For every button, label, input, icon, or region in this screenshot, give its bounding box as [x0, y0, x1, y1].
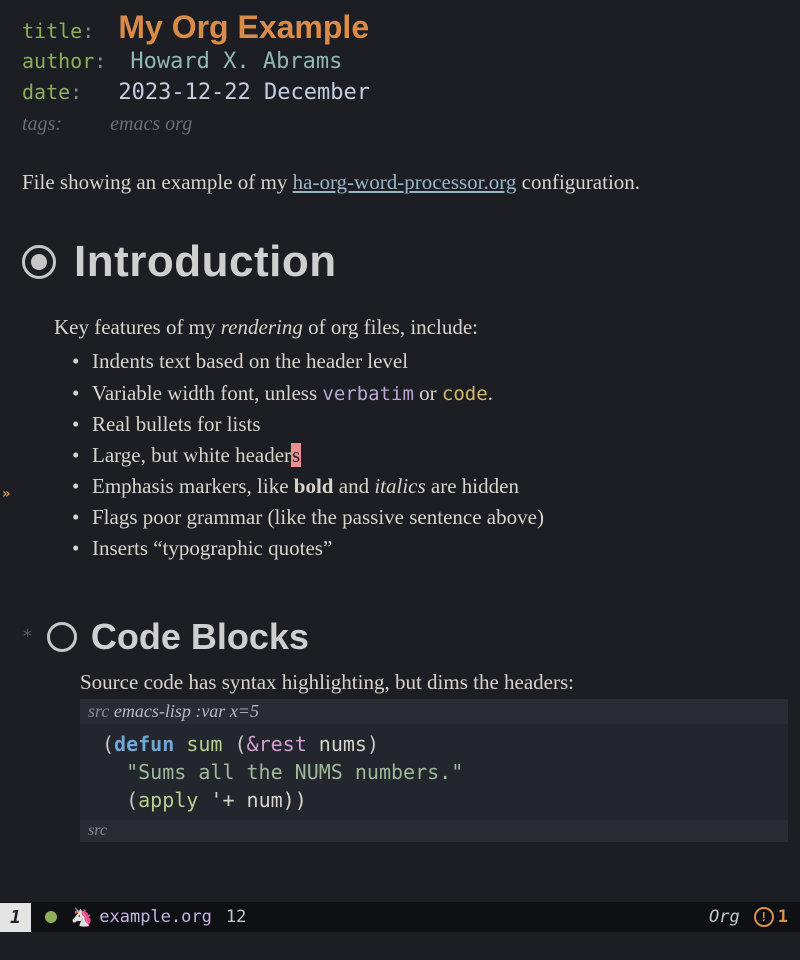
section-2-body[interactable]: Source code has syntax highlighting, but… — [80, 670, 788, 842]
heading-1-text: Introduction — [74, 237, 337, 287]
fringe-indicator-icon: » — [2, 486, 10, 502]
list-item[interactable]: Large, but white headers — [72, 440, 788, 471]
heading-1[interactable]: Introduction — [22, 237, 788, 287]
author-keyword: author — [22, 49, 94, 73]
config-link[interactable]: ha-org-word-processor.org — [293, 170, 517, 194]
tags-keyword: tags: — [22, 113, 62, 135]
heading-2-text: Code Blocks — [91, 616, 309, 658]
list-item[interactable]: Inserts “typographic quotes” — [72, 533, 788, 564]
unicorn-icon: 🦄 — [71, 907, 93, 928]
meta-date-line[interactable]: date: 2023-12-22 December — [22, 77, 788, 108]
date-keyword: date — [22, 80, 70, 104]
modeline[interactable]: 1 🦄 example.org 12 Org ! 1 — [0, 902, 800, 932]
warning-icon: ! — [754, 907, 774, 927]
author-value: Howard X. Abrams — [130, 49, 342, 74]
gutter: » — [0, 0, 18, 905]
tags-value: emacs org — [110, 113, 192, 135]
meta-title-line[interactable]: title: My Org Example — [22, 12, 788, 46]
heading-bullet-open-icon — [47, 622, 77, 652]
src-block-header[interactable]: src emacs-lisp :var x=5 — [80, 699, 788, 724]
window-number[interactable]: 1 — [0, 903, 31, 932]
editor-window: » title: My Org Example author: Howard X… — [0, 0, 800, 960]
list-item[interactable]: Flags poor grammar (like the passive sen… — [72, 502, 788, 533]
list-item[interactable]: Indents text based on the header level — [72, 346, 788, 377]
features-lead: Key features of my rendering of org file… — [54, 315, 788, 340]
list-item[interactable]: Real bullets for lists — [72, 409, 788, 440]
date-value: 2023-12-22 December — [118, 80, 370, 105]
major-mode[interactable]: Org — [709, 907, 740, 927]
heading-2[interactable]: * Code Blocks — [22, 616, 788, 658]
heading-star-icon: * — [22, 626, 33, 647]
heading-bullet-icon — [22, 245, 56, 279]
buffer-area[interactable]: title: My Org Example author: Howard X. … — [22, 12, 788, 842]
meta-author-line[interactable]: author: Howard X. Abrams — [22, 46, 788, 77]
src-intro-text: Source code has syntax highlighting, but… — [80, 670, 788, 695]
section-1-body[interactable]: Key features of my rendering of org file… — [54, 315, 788, 564]
intro-paragraph[interactable]: File showing an example of my ha-org-wor… — [22, 167, 788, 197]
text-cursor: s — [291, 443, 301, 467]
src-block-body[interactable]: (defun sum (&rest nums) "Sums all the NU… — [80, 724, 788, 820]
meta-tags-line[interactable]: tags: emacs org — [22, 108, 788, 139]
line-number: 12 — [226, 907, 246, 927]
src-block-footer[interactable]: src — [80, 820, 788, 842]
list-item[interactable]: Variable width font, unless verbatim or … — [72, 378, 788, 409]
flycheck-errors[interactable]: ! 1 — [754, 907, 788, 927]
minibuffer[interactable] — [0, 932, 800, 960]
title-keyword: title — [22, 19, 82, 43]
document-title: My Org Example — [118, 9, 369, 45]
buffer-filename[interactable]: example.org — [99, 907, 212, 927]
features-list: Indents text based on the header level V… — [72, 346, 788, 564]
modified-indicator-icon — [45, 911, 57, 923]
list-item[interactable]: Emphasis markers, like bold and italics … — [72, 471, 788, 502]
